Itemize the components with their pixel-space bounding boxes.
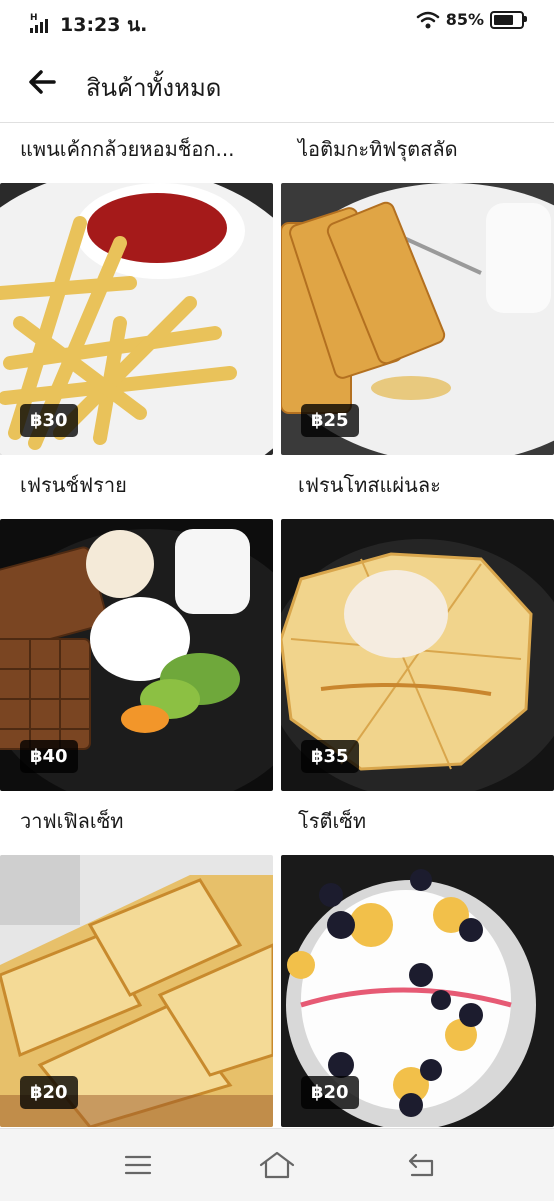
product-name[interactable]: โรตีเซ็ท bbox=[298, 805, 366, 837]
app-bar: สินค้าทั้งหมด bbox=[0, 44, 554, 123]
page-title: สินค้าทั้งหมด bbox=[86, 74, 222, 102]
product-card-fries[interactable]: ฿30 bbox=[0, 183, 273, 455]
product-name[interactable]: ไอติมกะทิฟรุตสลัด bbox=[298, 133, 458, 165]
system-nav-bar bbox=[0, 1128, 554, 1201]
product-card-toast[interactable]: ฿20 bbox=[0, 855, 273, 1127]
price-badge: ฿40 bbox=[20, 740, 78, 773]
product-card-bingsu[interactable]: ฿20 bbox=[281, 855, 554, 1127]
product-name[interactable]: วาฟเฟิลเซ็ท bbox=[20, 805, 123, 837]
back-arrow-icon[interactable] bbox=[24, 64, 60, 100]
signal-icon: H bbox=[30, 13, 54, 35]
status-time: 13:23 น. bbox=[60, 14, 148, 36]
status-left: H 13:23 น. bbox=[30, 10, 147, 40]
price-badge: ฿30 bbox=[20, 404, 78, 437]
product-card-waffle-set[interactable]: ฿40 bbox=[0, 519, 273, 791]
home-icon[interactable] bbox=[257, 1149, 297, 1181]
battery-percent: 85% bbox=[445, 10, 484, 29]
product-name[interactable]: เฟรนช์ฟราย bbox=[20, 469, 127, 501]
product-grid: แพนเค้กกล้วยหอมช็อก... ไอติมกะทิฟรุตสลัด… bbox=[0, 123, 554, 1128]
back-nav-icon[interactable] bbox=[402, 1149, 442, 1181]
wifi-icon bbox=[416, 11, 439, 28]
price-badge: ฿20 bbox=[20, 1076, 78, 1109]
status-bar: H 13:23 น. 85% bbox=[0, 0, 554, 44]
price-badge: ฿20 bbox=[301, 1076, 359, 1109]
status-right: 85% bbox=[416, 10, 527, 29]
battery-icon bbox=[490, 10, 527, 29]
menu-icon[interactable] bbox=[118, 1149, 158, 1181]
price-badge: ฿35 bbox=[301, 740, 359, 773]
product-name[interactable]: แพนเค้กกล้วยหอมช็อก... bbox=[20, 133, 235, 165]
product-name[interactable]: เฟรนโทสแผ่นละ bbox=[298, 469, 441, 501]
product-card-roti-set[interactable]: ฿35 bbox=[281, 519, 554, 791]
product-card-french-toast[interactable]: ฿25 bbox=[281, 183, 554, 455]
network-type-label: H bbox=[30, 13, 38, 23]
price-badge: ฿25 bbox=[301, 404, 359, 437]
